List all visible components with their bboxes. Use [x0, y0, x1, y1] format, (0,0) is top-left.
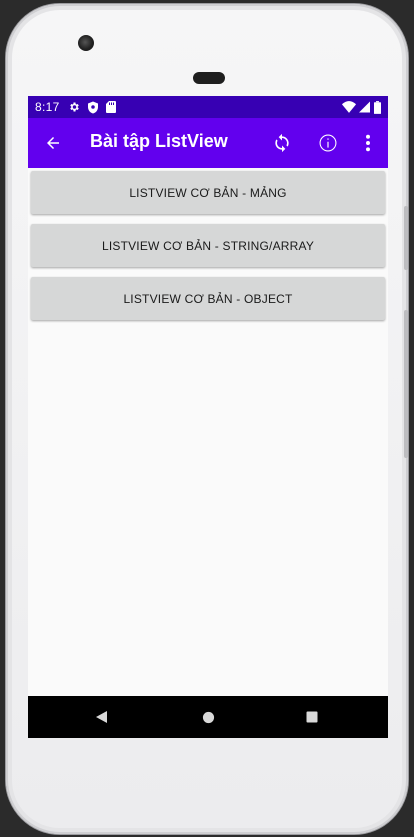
app-toolbar: Bài tập ListView	[28, 118, 388, 168]
info-icon[interactable]	[316, 131, 340, 155]
shield-icon	[87, 100, 99, 114]
wifi-icon	[342, 100, 356, 114]
back-triangle-icon[interactable]	[94, 709, 110, 725]
refresh-icon[interactable]	[270, 131, 294, 155]
listview-object-button[interactable]: LISTVIEW CƠ BẢN - OBJECT	[31, 277, 385, 320]
earpiece-speaker	[193, 72, 225, 84]
page-title: Bài tập ListView	[90, 131, 228, 151]
overflow-menu-icon[interactable]	[356, 131, 380, 155]
status-time: 8:17	[35, 100, 60, 114]
recents-square-icon[interactable]	[304, 709, 320, 725]
listview-string-array-button[interactable]: LISTVIEW CƠ BẢN - STRING/ARRAY	[31, 224, 385, 267]
gear-icon	[68, 100, 80, 114]
signal-icon	[359, 100, 370, 114]
main-content: LISTVIEW CƠ BẢN - MẢNG LISTVIEW CƠ BẢN -…	[28, 168, 388, 696]
power-button	[404, 310, 408, 458]
back-arrow-icon[interactable]	[41, 131, 65, 155]
status-bar: 8:17	[28, 96, 388, 118]
system-navigation-bar	[28, 696, 388, 738]
listview-mang-button[interactable]: LISTVIEW CƠ BẢN - MẢNG	[31, 171, 385, 214]
home-circle-icon[interactable]	[200, 709, 216, 725]
sd-card-icon	[106, 100, 116, 114]
battery-icon	[374, 100, 381, 114]
front-camera	[78, 35, 94, 51]
volume-button	[404, 206, 408, 270]
device-screen: 8:17 Bài tập ListView LISTVIEW CƠ BẢN - …	[28, 96, 388, 738]
